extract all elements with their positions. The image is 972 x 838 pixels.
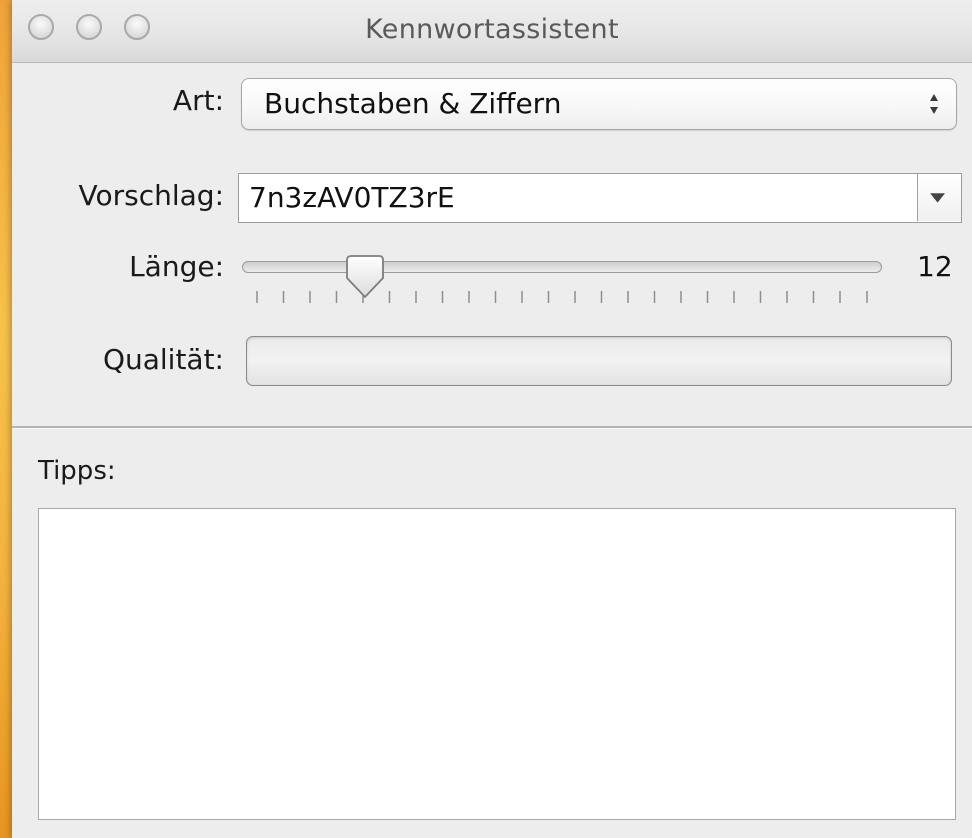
length-value: 12: [917, 250, 953, 283]
length-label: Länge:: [129, 250, 224, 283]
type-popup-value: Buchstaben & Ziffern: [264, 87, 562, 120]
tips-label: Tipps:: [38, 456, 116, 486]
tips-text-area[interactable]: [38, 508, 956, 820]
up-down-arrows-icon: [930, 94, 938, 114]
slider-thumb-icon[interactable]: [345, 254, 385, 300]
triangle-down-icon: [930, 193, 946, 203]
title-bar[interactable]: Kennwortassistent: [12, 0, 972, 63]
type-label: Art:: [172, 84, 224, 117]
suggestion-label: Vorschlag:: [78, 179, 225, 212]
quality-label: Qualität:: [102, 343, 224, 376]
window-title: Kennwortassistent: [365, 14, 619, 45]
suggestion-combo-box[interactable]: 7n3zAV0TZ3rE: [238, 173, 962, 223]
suggestion-dropdown-button[interactable]: [917, 174, 961, 221]
section-divider: [12, 426, 972, 429]
quality-meter: [246, 336, 952, 386]
suggestion-field[interactable]: 7n3zAV0TZ3rE: [249, 181, 455, 214]
password-assistant-window: Kennwortassistent Art: Buchstaben & Ziff…: [12, 0, 972, 838]
type-popup-button[interactable]: Buchstaben & Ziffern: [241, 78, 957, 130]
length-slider[interactable]: [242, 261, 882, 273]
